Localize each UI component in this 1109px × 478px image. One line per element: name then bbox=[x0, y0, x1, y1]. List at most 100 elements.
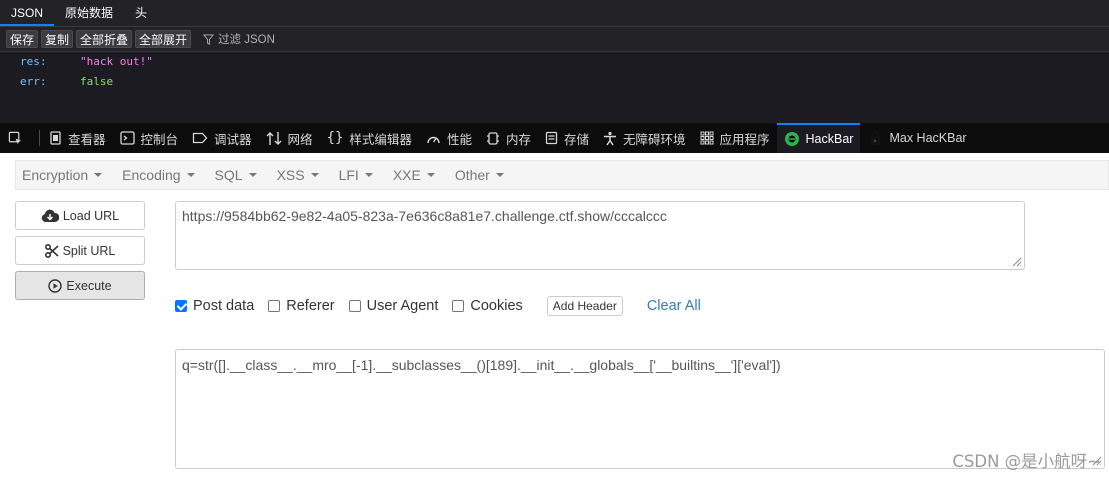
cloud-download-icon bbox=[41, 209, 59, 222]
debugger-icon bbox=[192, 132, 208, 144]
post-data-value: q=str([].__class__.__mro__[-1].__subclas… bbox=[182, 357, 781, 373]
json-row[interactable]: res: "hack out!" bbox=[0, 52, 1109, 72]
checkbox-checked[interactable] bbox=[175, 300, 187, 312]
checkbox-unchecked[interactable] bbox=[452, 300, 465, 312]
resize-grip-icon[interactable] bbox=[1010, 255, 1022, 267]
filter-icon bbox=[203, 33, 215, 45]
scissors-icon bbox=[44, 243, 59, 258]
devtools-tabbar: 查看器 控制台 调试器 网络 {} 样式编辑器 性能 内存 存储 无障碍环境 应… bbox=[0, 123, 1109, 153]
tab-json[interactable]: JSON bbox=[0, 0, 55, 26]
json-key: err: bbox=[20, 75, 47, 88]
button-label: Execute bbox=[66, 278, 112, 293]
save-button[interactable]: 保存 bbox=[6, 30, 39, 48]
tab-accessibility[interactable]: 无障碍环境 bbox=[596, 123, 693, 153]
menu-xxe[interactable]: XXE bbox=[387, 167, 441, 183]
clear-all-link[interactable]: Clear All bbox=[647, 298, 701, 314]
tab-storage[interactable]: 存储 bbox=[538, 123, 596, 153]
url-textarea[interactable]: https://9584bb62-9e82-4a05-823a-7e636c8a… bbox=[175, 201, 1025, 270]
tab-style-editor[interactable]: {} 样式编辑器 bbox=[320, 123, 419, 153]
menu-label: LFI bbox=[338, 167, 359, 183]
filter-placeholder: 过滤 JSON bbox=[218, 34, 275, 46]
tab-label: Max HacKBar bbox=[889, 131, 967, 145]
add-header-button[interactable]: Add Header bbox=[546, 296, 623, 316]
post-data-checkbox[interactable]: Post data bbox=[175, 298, 254, 314]
storage-icon bbox=[545, 131, 558, 145]
copy-button[interactable]: 复制 bbox=[41, 30, 74, 48]
checkbox-label: User Agent bbox=[366, 298, 439, 314]
csdn-watermark: CSDN @是小航呀~ bbox=[952, 452, 1101, 471]
menu-label: XXE bbox=[392, 167, 421, 183]
user-agent-checkbox[interactable]: User Agent bbox=[348, 298, 439, 314]
hackbar-menubar: Encryption Encoding SQL XSS LFI XXE Othe… bbox=[15, 160, 1109, 190]
menu-encryption[interactable]: Encryption bbox=[16, 167, 108, 183]
menu-label: Other bbox=[454, 167, 490, 183]
menu-encoding[interactable]: Encoding bbox=[116, 167, 200, 183]
style-editor-icon: {} bbox=[326, 130, 344, 146]
tab-debugger[interactable]: 调试器 bbox=[185, 123, 259, 153]
collapse-all-button[interactable]: 全部折叠 bbox=[76, 30, 133, 48]
tab-max-hackbar[interactable]: Max HacKBar bbox=[860, 123, 973, 153]
hackbar-icon bbox=[784, 132, 799, 146]
inspector-icon bbox=[50, 131, 61, 145]
divider bbox=[39, 130, 40, 146]
checkbox-label: Post data bbox=[193, 298, 255, 314]
pick-element-icon bbox=[8, 131, 22, 144]
tab-label: 应用程序 bbox=[719, 132, 770, 147]
json-viewer: JSON 原始数据 头 保存 复制 全部折叠 全部展开 过滤 JSON res:… bbox=[0, 0, 1109, 123]
caret-down-icon bbox=[495, 173, 504, 177]
tab-network[interactable]: 网络 bbox=[259, 123, 320, 153]
tab-raw-data[interactable]: 原始数据 bbox=[54, 0, 124, 26]
menu-label: Encoding bbox=[122, 167, 181, 183]
tab-performance[interactable]: 性能 bbox=[419, 123, 479, 153]
cookies-checkbox[interactable]: Cookies bbox=[452, 298, 523, 314]
menu-xss[interactable]: XSS bbox=[271, 167, 325, 183]
tab-label: 查看器 bbox=[68, 132, 106, 147]
checkbox-unchecked[interactable] bbox=[348, 300, 361, 312]
url-value: https://9584bb62-9e82-4a05-823a-7e636c8a… bbox=[182, 208, 667, 224]
application-icon bbox=[700, 131, 713, 145]
memory-icon bbox=[486, 131, 499, 145]
json-key: res: bbox=[20, 55, 47, 68]
menu-sql[interactable]: SQL bbox=[209, 167, 263, 183]
tab-label: 内存 bbox=[505, 132, 531, 147]
button-label: Split URL bbox=[62, 243, 116, 258]
play-circle-icon bbox=[48, 278, 63, 293]
menu-other[interactable]: Other bbox=[449, 167, 510, 183]
tab-application[interactable]: 应用程序 bbox=[693, 123, 777, 153]
tab-headers[interactable]: 头 bbox=[124, 0, 158, 26]
tab-label: 样式编辑器 bbox=[349, 132, 412, 147]
max-hackbar-icon bbox=[870, 131, 881, 145]
tab-memory[interactable]: 内存 bbox=[479, 123, 538, 153]
expand-all-button[interactable]: 全部展开 bbox=[135, 30, 192, 48]
caret-down-icon bbox=[364, 173, 373, 177]
performance-icon bbox=[427, 136, 440, 143]
execute-button[interactable]: Execute bbox=[15, 271, 145, 300]
menu-label: Encryption bbox=[22, 167, 89, 183]
pick-element-button[interactable] bbox=[0, 123, 37, 153]
button-label: Load URL bbox=[62, 208, 120, 223]
json-body: res: "hack out!" err: false bbox=[0, 52, 1109, 92]
checkbox-label: Referer bbox=[286, 298, 335, 314]
tab-console[interactable]: 控制台 bbox=[113, 123, 186, 153]
caret-down-icon bbox=[94, 173, 103, 177]
tab-label: 控制台 bbox=[140, 132, 179, 147]
hackbar-panel: Encryption Encoding SQL XSS LFI XXE Othe… bbox=[0, 153, 1109, 478]
tab-label: 无障碍环境 bbox=[622, 132, 686, 147]
tab-hackbar[interactable]: HackBar bbox=[776, 123, 861, 153]
tab-inspector[interactable]: 查看器 bbox=[42, 123, 113, 153]
referer-checkbox[interactable]: Referer bbox=[268, 298, 335, 314]
json-row[interactable]: err: false bbox=[0, 72, 1109, 92]
menu-label: SQL bbox=[214, 167, 243, 183]
tab-label: 性能 bbox=[446, 132, 472, 147]
caret-down-icon bbox=[310, 173, 319, 177]
checkbox-label: Cookies bbox=[470, 298, 523, 314]
checkbox-unchecked[interactable] bbox=[268, 300, 281, 312]
load-url-button[interactable]: Load URL bbox=[15, 201, 145, 230]
json-viewer-tabs: JSON 原始数据 头 bbox=[0, 0, 1109, 26]
filter-json-input[interactable]: 过滤 JSON bbox=[203, 31, 275, 47]
split-url-button[interactable]: Split URL bbox=[15, 236, 145, 265]
json-value: false bbox=[80, 75, 114, 88]
menu-lfi[interactable]: LFI bbox=[333, 167, 379, 183]
tab-label: 网络 bbox=[287, 132, 313, 147]
caret-down-icon bbox=[426, 173, 435, 177]
